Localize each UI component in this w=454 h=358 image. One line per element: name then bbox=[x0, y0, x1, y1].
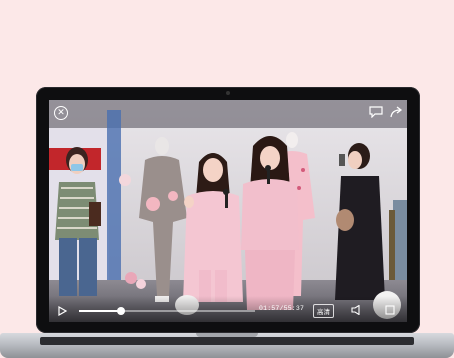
share-icon[interactable] bbox=[390, 106, 404, 118]
video-frame bbox=[49, 100, 407, 322]
play-icon[interactable] bbox=[57, 306, 67, 316]
close-icon[interactable]: ✕ bbox=[54, 106, 68, 120]
progress-fill bbox=[79, 310, 122, 312]
keyboard bbox=[40, 337, 414, 345]
laptop: ✕ 01:57/55:37 高清 bbox=[0, 0, 454, 358]
quality-button[interactable]: 高清 bbox=[313, 304, 334, 318]
volume-icon[interactable] bbox=[351, 305, 363, 315]
laptop-bezel: ✕ 01:57/55:37 高清 bbox=[36, 87, 420, 333]
webcam-icon bbox=[226, 91, 230, 95]
progress-bar[interactable] bbox=[79, 307, 255, 315]
video-player[interactable]: ✕ 01:57/55:37 高清 bbox=[49, 100, 407, 322]
message-icon[interactable] bbox=[369, 106, 383, 118]
time-display: 01:57/55:37 bbox=[259, 305, 305, 312]
fullscreen-icon[interactable] bbox=[385, 305, 395, 315]
laptop-notch bbox=[196, 333, 258, 337]
